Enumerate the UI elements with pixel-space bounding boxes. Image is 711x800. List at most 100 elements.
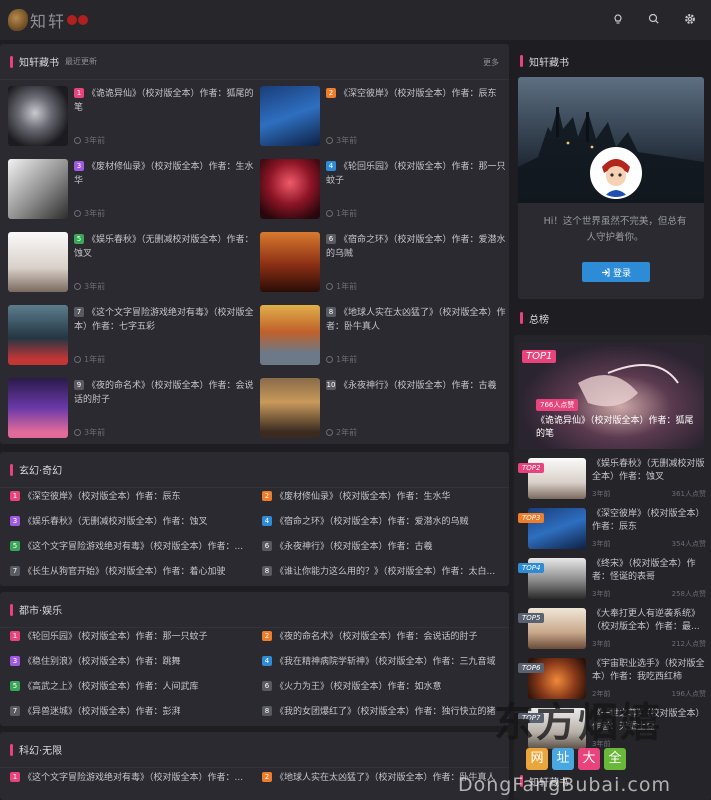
book-card[interactable]: 10 《永夜神行》（校对版全本）作者：古羲 2年前 bbox=[260, 378, 505, 440]
clock-icon bbox=[74, 283, 81, 290]
list-item[interactable]: 6 《火力为王》（校对版全本）作者：如水意 bbox=[262, 680, 502, 694]
list-item-text[interactable]: 《我在精神病院学斩神》（校对版全本）作者：三九音域 bbox=[275, 657, 496, 667]
list-item-text[interactable]: 《娱乐春秋》（无删减校对版全本）作者：蚀叉 bbox=[23, 517, 208, 527]
book-title[interactable]: 《宿命之环》（校对版全本）作者：爱潜水的乌贼 bbox=[326, 235, 506, 259]
book-card[interactable]: 7 《这个文字冒险游戏绝对有毒》（校对版全本）作者：七字五彩 1年前 bbox=[8, 305, 254, 367]
list-item-text[interactable]: 《这个文字冒险游戏绝对有毒》（校对版全本）作者：... bbox=[23, 773, 243, 783]
hot-item-title[interactable]: 《娱乐春秋》（无删减校对版全本）作者：蚀叉 bbox=[592, 458, 708, 484]
book-card[interactable]: 4 《轮回乐园》（校对版全本）作者：那一只蚊子 1年前 bbox=[260, 159, 506, 221]
book-title[interactable]: 《诡诡异仙》（校对版全本）作者：狐尾的笔 bbox=[74, 89, 254, 113]
list-item[interactable]: 1 《深空彼岸》（校对版全本）作者：辰东 bbox=[10, 490, 250, 504]
list-item[interactable]: 7 《异兽迷城》（校对版全本）作者：彭湃 bbox=[10, 705, 250, 719]
book-card[interactable]: 9 《夜的命名术》（校对版全本）作者：会说话的肘子 3年前 bbox=[8, 378, 254, 440]
book-title[interactable]: 《娱乐春秋》（无删减校对版全本）作者：蚀叉 bbox=[74, 235, 254, 259]
search-icon[interactable] bbox=[647, 12, 661, 26]
list-item-text[interactable]: 《异兽迷城》（校对版全本）作者：彭湃 bbox=[23, 707, 181, 717]
book-title[interactable]: 《深空彼岸》（校对版全本）作者：辰东 bbox=[339, 89, 497, 99]
list-item[interactable]: 2 《废材修仙录》（校对版全本）作者：生水华 bbox=[262, 490, 502, 504]
book-card[interactable]: 2 《深空彼岸》（校对版全本）作者：辰东 3年前 bbox=[260, 86, 505, 148]
list-item[interactable]: 5 《这个文字冒险游戏绝对有毒》（校对版全本）作者：... bbox=[10, 540, 250, 554]
list-item[interactable]: 8 《谁让你能力这么用的？》（校对版全本）作者：太白... bbox=[262, 565, 502, 579]
book-cover[interactable] bbox=[8, 378, 68, 438]
hot-list-item[interactable]: TOP2 《娱乐春秋》（无删减校对版全本）作者：蚀叉 3年前 361人点赞 bbox=[518, 458, 708, 500]
list-item-text[interactable]: 《这个文字冒险游戏绝对有毒》（校对版全本）作者：... bbox=[23, 542, 243, 552]
hot-item-title[interactable]: 《宇宙职业选手》（校对版全本）作者：我吃西红柿 bbox=[592, 658, 708, 684]
hot-item-title[interactable]: 《大奉打更人有逆袭系统》（校对版全本）作者：最... bbox=[592, 608, 708, 634]
book-cover[interactable] bbox=[8, 159, 68, 219]
section-title[interactable]: 都市·娱乐 bbox=[19, 602, 62, 617]
list-item[interactable]: 7 《长生从狗官开始》（校对版全本）作者：着心加驶 bbox=[10, 565, 250, 579]
section-subtitle[interactable]: 最近更新 bbox=[65, 56, 97, 67]
book-cover[interactable] bbox=[8, 305, 68, 365]
book-cover[interactable] bbox=[8, 86, 68, 146]
book-title[interactable]: 《废材修仙录》（校对版全本）作者：生水华 bbox=[74, 162, 254, 186]
hot-list-item[interactable]: TOP7 《一世之尊》（校对版全本）作者：天蚕土豆 3年前 bbox=[518, 708, 708, 750]
book-cover[interactable] bbox=[260, 86, 320, 146]
login-button[interactable]: 登录 bbox=[582, 262, 650, 282]
list-item-text[interactable]: 《高武之上》（校对版全本）作者：人间武库 bbox=[23, 682, 199, 692]
book-cover[interactable] bbox=[260, 378, 320, 438]
top1-card[interactable]: TOP1 766人点赞 《诡诡异仙》（校对版全本）作者：狐尾的笔 bbox=[518, 343, 704, 449]
book-card[interactable]: 8 《地球人实在太凶猛了》（校对版全本）作者：卧牛真人 1年前 bbox=[260, 305, 506, 367]
list-item-text[interactable]: 《废材修仙录》（校对版全本）作者：生水华 bbox=[275, 492, 451, 502]
rank-badge: 6 bbox=[262, 681, 272, 691]
list-item-text[interactable]: 《永夜神行》（校对版全本）作者：古羲 bbox=[275, 542, 433, 552]
book-card[interactable]: 3 《废材修仙录》（校对版全本）作者：生水华 3年前 bbox=[8, 159, 254, 221]
list-item-text[interactable]: 《轮回乐园》（校对版全本）作者：那一只蚊子 bbox=[23, 632, 208, 642]
hot-item-title[interactable]: 《一世之尊》（校对版全本）作者：天蚕土豆 bbox=[592, 708, 708, 734]
clock-icon bbox=[326, 283, 333, 290]
hot-list-item[interactable]: TOP4 《终宋》（校对版全本）作者：怪诞的表哥 3年前 258人点赞 bbox=[518, 558, 708, 600]
list-item[interactable]: 3 《娱乐春秋》（无删减校对版全本）作者：蚀叉 bbox=[10, 515, 250, 529]
book-cover[interactable] bbox=[260, 159, 320, 219]
list-item[interactable]: 3 《稳住别浪》（校对版全本）作者：跳舞 bbox=[10, 655, 250, 669]
hot-list-item[interactable]: TOP5 《大奉打更人有逆袭系统》（校对版全本）作者：最... 3年前 212人点… bbox=[518, 608, 708, 650]
list-item-text[interactable]: 《稳住别浪》（校对版全本）作者：跳舞 bbox=[23, 657, 181, 667]
clock-icon bbox=[74, 356, 81, 363]
list-item-text[interactable]: 《宿命之环》（校对版全本）作者：爱潜水的乌贼 bbox=[275, 517, 469, 527]
book-title[interactable]: 《轮回乐园》（校对版全本）作者：那一只蚊子 bbox=[326, 162, 506, 186]
more-link[interactable]: 更多 bbox=[483, 57, 499, 68]
top-rank-badge: TOP4 bbox=[518, 563, 545, 573]
list-item[interactable]: 5 《高武之上》（校对版全本）作者：人间武库 bbox=[10, 680, 250, 694]
list-item-text[interactable]: 《火力为王》（校对版全本）作者：如水意 bbox=[275, 682, 442, 692]
section-title[interactable]: 科幻·无限 bbox=[19, 742, 62, 757]
list-item[interactable]: 1 《这个文字冒险游戏绝对有毒》（校对版全本）作者：... bbox=[10, 771, 250, 785]
book-time: 1年前 bbox=[336, 209, 358, 218]
list-item[interactable]: 2 《夜的命名术》（校对版全本）作者：会说话的肘子 bbox=[262, 630, 502, 644]
list-item-text[interactable]: 《长生从狗官开始》（校对版全本）作者：着心加驶 bbox=[23, 567, 226, 577]
book-cover[interactable] bbox=[260, 232, 320, 292]
lamp-icon[interactable] bbox=[611, 12, 625, 26]
section-accent-bar bbox=[520, 312, 523, 324]
list-item-text[interactable]: 《谁让你能力这么用的？》（校对版全本）作者：太白... bbox=[275, 567, 495, 577]
site-logo[interactable]: 知轩 bbox=[8, 8, 89, 32]
book-card[interactable]: 5 《娱乐春秋》（无删减校对版全本）作者：蚀叉 3年前 bbox=[8, 232, 254, 294]
book-title[interactable]: 《这个文字冒险游戏绝对有毒》（校对版全本）作者：七字五彩 bbox=[74, 308, 254, 332]
hot-item-title[interactable]: 《终宋》（校对版全本）作者：怪诞的表哥 bbox=[592, 558, 708, 584]
hot-list-item[interactable]: TOP3 《深空彼岸》（校对版全本）作者：辰东 3年前 354人点赞 bbox=[518, 508, 708, 550]
book-title[interactable]: 《夜的命名术》（校对版全本）作者：会说话的肘子 bbox=[74, 381, 254, 405]
book-card[interactable]: 6 《宿命之环》（校对版全本）作者：爱潜水的乌贼 1年前 bbox=[260, 232, 506, 294]
settings-icon[interactable] bbox=[683, 12, 697, 26]
book-title[interactable]: 《永夜神行》（校对版全本）作者：古羲 bbox=[339, 381, 497, 391]
list-item[interactable]: 1 《轮回乐园》（校对版全本）作者：那一只蚊子 bbox=[10, 630, 250, 644]
list-item[interactable]: 4 《宿命之环》（校对版全本）作者：爱潜水的乌贼 bbox=[262, 515, 502, 529]
sidebar-section-header: 知轩藏书 bbox=[520, 766, 569, 796]
list-item-text[interactable]: 《深空彼岸》（校对版全本）作者：辰东 bbox=[23, 492, 181, 502]
top1-title[interactable]: 《诡诡异仙》（校对版全本）作者：狐尾的笔 bbox=[536, 415, 696, 441]
book-cover[interactable] bbox=[260, 305, 320, 365]
list-item-text[interactable]: 《我的女团爆红了》（校对版全本）作者：独行快立的猪 bbox=[275, 707, 496, 717]
hot-item-title[interactable]: 《深空彼岸》（校对版全本）作者：辰东 bbox=[592, 508, 708, 534]
book-time: 1年前 bbox=[336, 282, 358, 291]
book-cover[interactable] bbox=[8, 232, 68, 292]
list-item[interactable]: 2 《地球人实在太凶猛了》（校对版全本）作者：卧牛真人 bbox=[262, 771, 502, 785]
section-title[interactable]: 玄幻·奇幻 bbox=[19, 462, 62, 477]
list-item[interactable]: 4 《我在精神病院学斩神》（校对版全本）作者：三九音域 bbox=[262, 655, 502, 669]
book-title[interactable]: 《地球人实在太凶猛了》（校对版全本）作者：卧牛真人 bbox=[326, 308, 506, 332]
avatar[interactable] bbox=[590, 147, 642, 199]
list-item[interactable]: 8 《我的女团爆红了》（校对版全本）作者：独行快立的猪 bbox=[262, 705, 502, 719]
list-item-text[interactable]: 《地球人实在太凶猛了》（校对版全本）作者：卧牛真人 bbox=[275, 773, 496, 783]
list-item[interactable]: 6 《永夜神行》（校对版全本）作者：古羲 bbox=[262, 540, 502, 554]
hot-list-item[interactable]: TOP6 《宇宙职业选手》（校对版全本）作者：我吃西红柿 2年前 196人点赞 bbox=[518, 658, 708, 700]
list-item-text[interactable]: 《夜的命名术》（校对版全本）作者：会说话的肘子 bbox=[275, 632, 478, 642]
book-card[interactable]: 1 《诡诡异仙》（校对版全本）作者：狐尾的笔 3年前 bbox=[8, 86, 254, 148]
